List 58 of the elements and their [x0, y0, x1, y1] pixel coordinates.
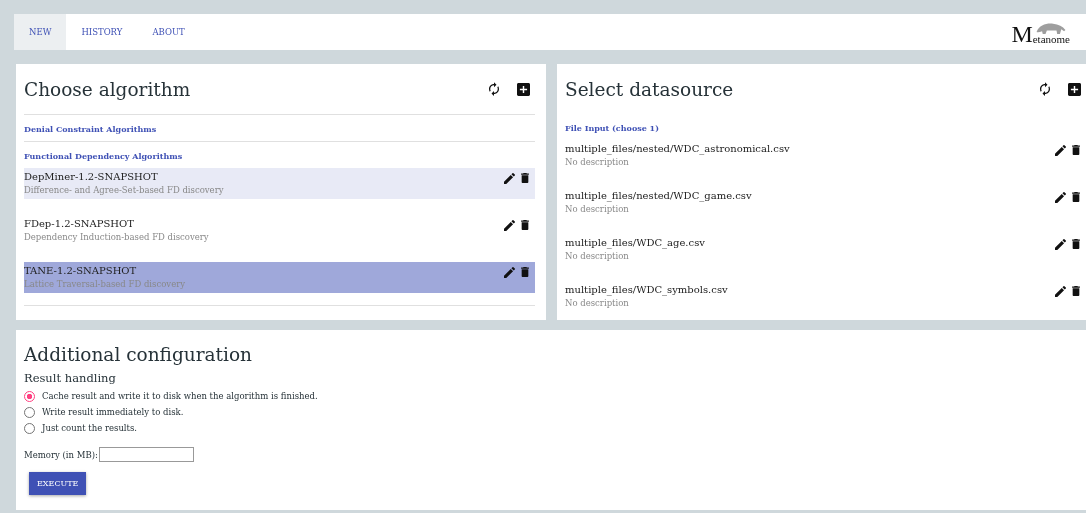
item-description: No description [565, 203, 630, 215]
edit-icon[interactable] [1055, 145, 1066, 156]
item-description: Difference- and Agree-Set-based FD discovery [24, 184, 224, 196]
delete-icon[interactable] [1072, 239, 1080, 249]
logo-text: etanome [1032, 34, 1070, 44]
list-item[interactable]: FDep-1.2-SNAPSHOT Dependency Induction-based FD discovery [24, 215, 535, 246]
logo-initial: M [1011, 24, 1033, 44]
nav-tab[interactable]: ABOUT [137, 14, 200, 50]
item-description: Dependency Induction-based FD discovery [24, 231, 209, 243]
edit-icon[interactable] [1055, 192, 1066, 203]
execute-button[interactable]: EXECUTE [29, 472, 87, 495]
edit-icon[interactable] [504, 173, 515, 184]
edit-icon[interactable] [1055, 239, 1066, 250]
item-description: No description [565, 250, 630, 262]
add-icon[interactable] [517, 82, 530, 96]
delete-icon[interactable] [521, 267, 529, 277]
option-label: Cache result and write it to disk when the algorithm is finished. [42, 391, 318, 401]
item-description: Lattice Traversal-based FD discovery [24, 278, 186, 290]
item-name: multiple_files/nested/WDC_game.csv [565, 189, 752, 203]
nav-tab[interactable]: HISTORY [66, 14, 138, 50]
category-heading[interactable]: File Input (choose 1) [565, 114, 1086, 140]
item-name: multiple_files/WDC_symbols.csv [565, 283, 728, 297]
section-title: Additional configuration [24, 344, 253, 365]
list-item[interactable]: TANE-1.2-SNAPSHOT Lattice Traversal-based FD discovery [24, 262, 535, 293]
list-item[interactable]: multiple_files/nested/WDC_game.csv No description [565, 187, 1086, 218]
item-description: No description [565, 156, 630, 168]
category-heading[interactable]: Denial Constraint Algorithms [24, 115, 535, 141]
item-name: TANE-1.2-SNAPSHOT [24, 264, 138, 278]
item-name: multiple_files/nested/WDC_astronomical.csv [565, 142, 790, 156]
field-label: Memory (in MB): [24, 449, 98, 460]
item-name: FDep-1.2-SNAPSHOT [24, 217, 135, 231]
option-label: Write result immediately to disk. [42, 407, 184, 417]
list-item[interactable]: multiple_files/nested/WDC_astronomical.csv No description [565, 140, 1086, 171]
delete-icon[interactable] [1072, 286, 1080, 296]
delete-icon[interactable] [521, 173, 529, 183]
delete-icon[interactable] [521, 220, 529, 230]
refresh-icon[interactable] [489, 82, 499, 96]
panel-title: Select datasource [565, 78, 735, 100]
list-item[interactable]: multiple_files/WDC_symbols.csv No description [565, 281, 1086, 312]
edit-icon[interactable] [504, 220, 515, 231]
option-label: Just count the results. [42, 423, 138, 433]
delete-icon[interactable] [1072, 145, 1080, 155]
item-description: No description [565, 297, 630, 309]
nav-tab[interactable]: NEW [14, 14, 67, 50]
list-item[interactable]: multiple_files/WDC_age.csv No description [565, 234, 1086, 265]
edit-icon[interactable] [504, 267, 515, 278]
section-subtitle: Result handling [24, 371, 117, 385]
add-icon[interactable] [1068, 82, 1081, 96]
panel-title: Choose algorithm [24, 78, 192, 100]
list-item[interactable]: DepMiner-1.2-SNAPSHOT Difference- and Agree-Set-based FD discovery [24, 168, 535, 199]
refresh-icon[interactable] [1040, 82, 1050, 96]
edit-icon[interactable] [1055, 286, 1066, 297]
radio-button[interactable] [24, 390, 35, 402]
category-heading[interactable]: Functional Dependency Algorithms [24, 142, 535, 168]
item-name: DepMiner-1.2-SNAPSHOT [24, 170, 159, 184]
item-name: multiple_files/WDC_age.csv [565, 236, 705, 250]
memory-input-field[interactable] [98, 447, 194, 462]
delete-icon[interactable] [1072, 192, 1080, 202]
